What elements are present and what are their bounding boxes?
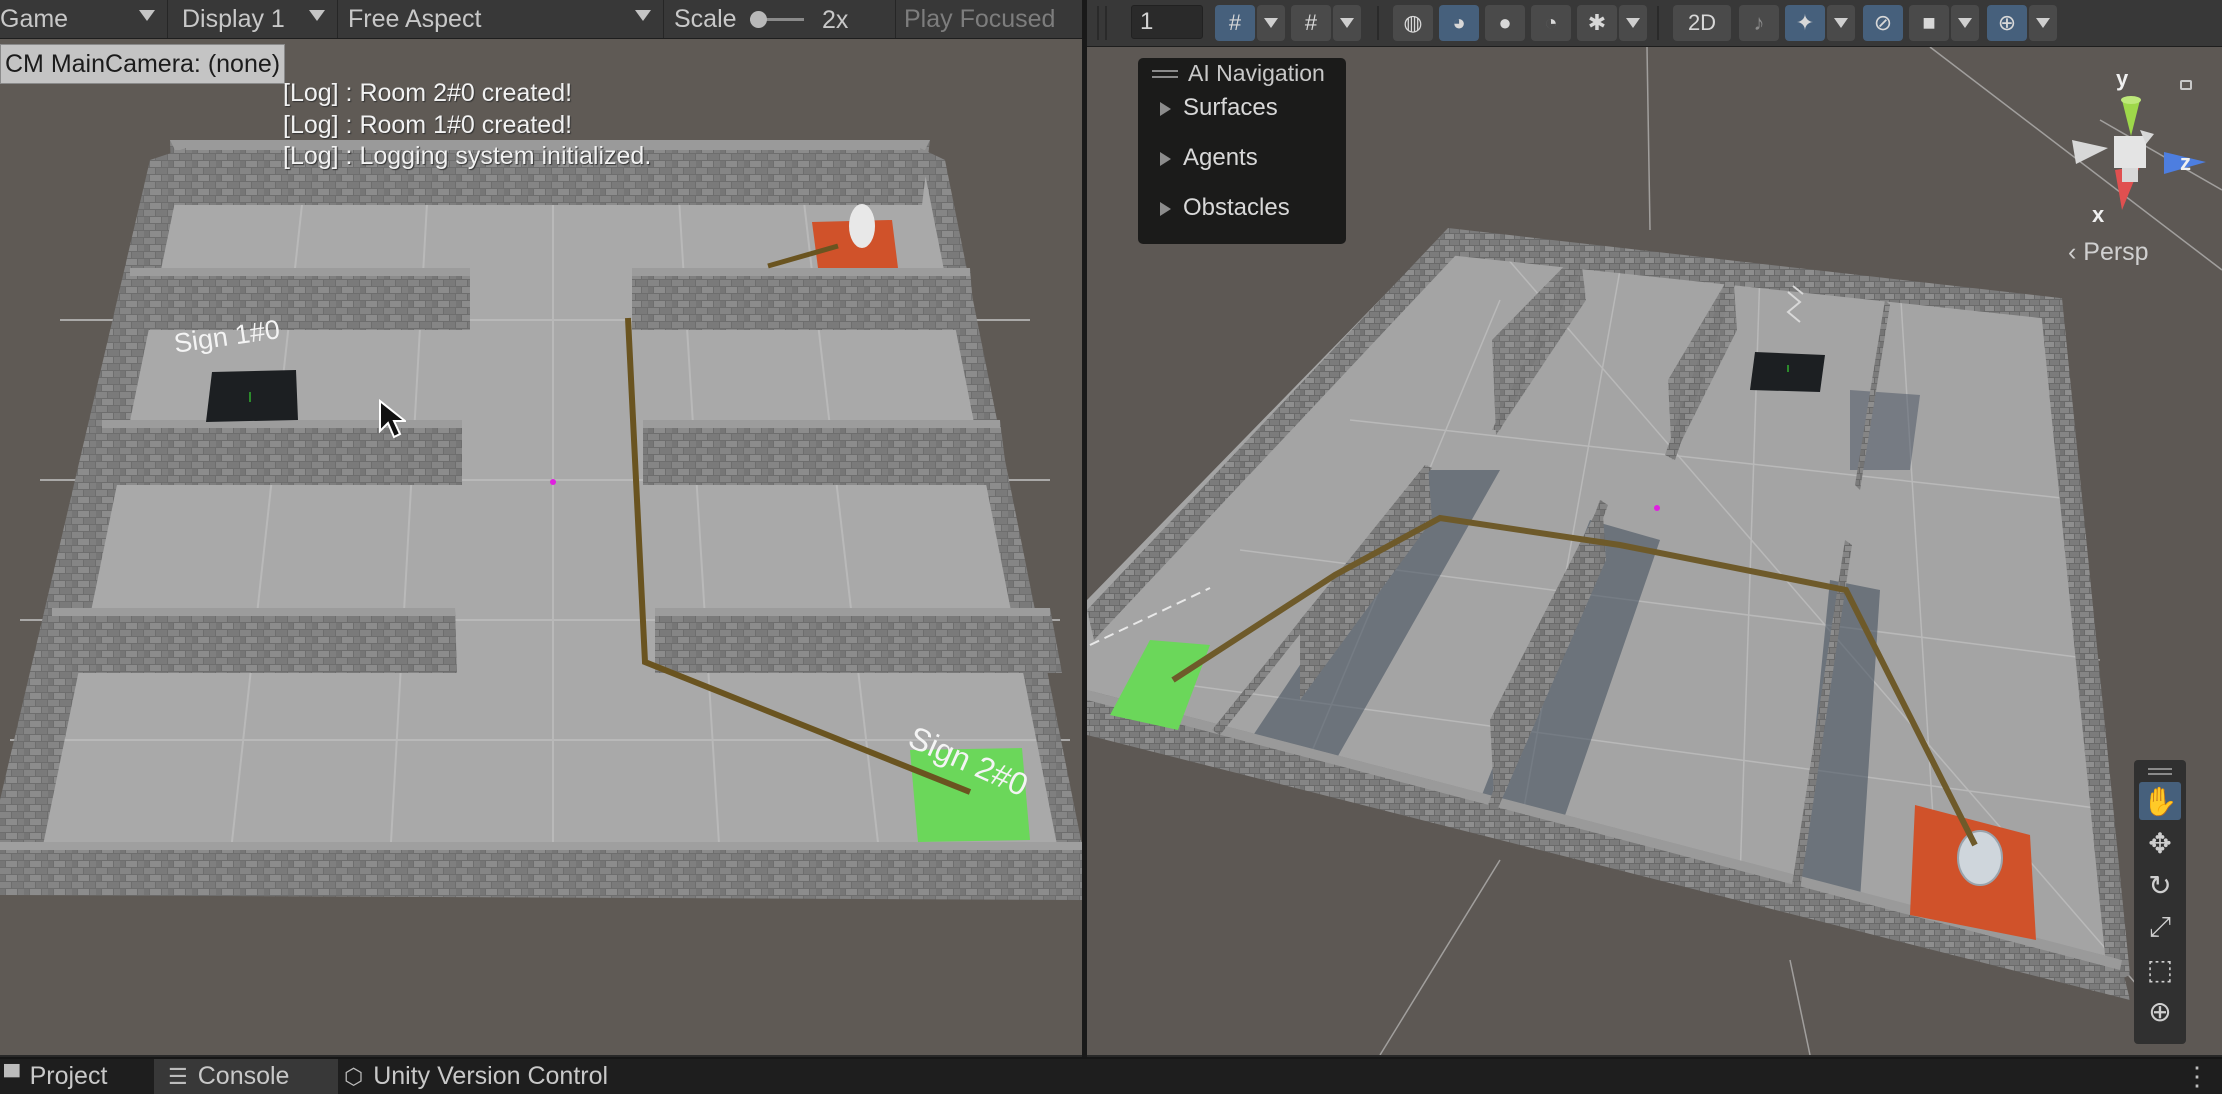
view-dropdown[interactable]: Game — [0, 0, 168, 38]
gizmo-axis-y-label: y — [2116, 66, 2129, 91]
layer-field[interactable]: 1 — [1131, 5, 1203, 39]
aspect-dropdown[interactable]: Free Aspect — [338, 0, 664, 38]
toolbar-separator — [1097, 6, 1099, 40]
gizmo-axis-z-label: z — [2180, 150, 2191, 175]
play-focused-label: Play Focused — [904, 4, 1056, 33]
version-control-icon: ⬡ — [344, 1063, 364, 1089]
tab-label: Project — [29, 1062, 108, 1090]
ai-navigation-title: AI Navigation — [1188, 60, 1325, 86]
projection-label: Persp — [2083, 238, 2149, 266]
chevron-down-icon — [1264, 18, 1278, 28]
ai-navigation-item-surfaces[interactable]: Surfaces — [1160, 94, 1278, 122]
gizmos-icon[interactable]: ⊕ — [1987, 5, 2027, 41]
game-view[interactable]: CM MainCamera: (none) [Log] : Room 2#0 c… — [0, 39, 1082, 1055]
debug-icon[interactable]: ✱ — [1577, 5, 1617, 41]
chevron-down-icon — [635, 10, 651, 21]
scale-tool[interactable]: ⤢ — [2139, 908, 2181, 946]
display-dropdown-label: Display 1 — [182, 4, 285, 33]
scene-toolbar: 1 # # ◍ ◕ ● ◔ ✱ 2D ♪ ✦ ⊘ ■ ⊕ — [1087, 0, 2222, 47]
audio-mute-icon[interactable]: ♪ — [1739, 5, 1779, 41]
chevron-down-icon — [1958, 18, 1972, 28]
chevron-right-icon — [1160, 101, 1171, 116]
transform-tool[interactable]: ⊕ — [2139, 992, 2181, 1030]
chevron-right-icon — [1160, 201, 1171, 216]
aspect-dropdown-label: Free Aspect — [348, 4, 482, 33]
2d-toggle[interactable]: 2D — [1673, 5, 1731, 41]
console-icon: ☰ — [168, 1063, 188, 1089]
chevron-down-icon — [309, 10, 325, 21]
display-dropdown[interactable]: Display 1 — [168, 0, 338, 38]
camera-dropdown[interactable] — [1951, 5, 1979, 41]
camera-status-label: CM MainCamera: (none) — [0, 44, 286, 84]
more-options-icon[interactable]: ⋮ — [2184, 1061, 2210, 1092]
mouse-cursor-icon — [379, 399, 406, 439]
scale-slider-handle[interactable] — [750, 11, 767, 28]
rotate-tool[interactable]: ↻ — [2139, 866, 2181, 904]
shaded-icon[interactable]: ● — [1485, 5, 1525, 41]
toolbar-separator — [1657, 6, 1659, 40]
folder-icon: ▀ — [4, 1063, 20, 1089]
ai-navigation-item-obstacles[interactable]: Obstacles — [1160, 194, 1290, 222]
increment-snap-icon[interactable]: # — [1291, 5, 1331, 41]
ai-navigation-overlay: AI Navigation Surfaces Agents Obstacles — [1138, 58, 1346, 244]
game-3d-render — [0, 140, 1082, 900]
scale-control: Scale 2x — [664, 0, 896, 38]
increment-snap-dropdown[interactable] — [1333, 5, 1361, 41]
tab-unity-version-control[interactable]: ⬡ Unity Version Control — [344, 1059, 644, 1094]
log-line: [Log] : Logging system initialized. — [283, 142, 652, 170]
game-toolbar: Game Display 1 Free Aspect Scale 2x Play… — [0, 0, 1082, 39]
ai-item-label: Surfaces — [1183, 94, 1278, 121]
lock-icon[interactable] — [2180, 80, 2192, 90]
log-line: [Log] : Room 1#0 created! — [283, 111, 573, 139]
bottom-tab-bar: ▀ Project ☰ Console ⬡ Unity Version Cont… — [0, 1057, 2222, 1094]
gizmos-dropdown[interactable] — [2029, 5, 2057, 41]
tab-console[interactable]: ☰ Console — [154, 1059, 338, 1094]
tab-label: Console — [197, 1062, 290, 1090]
wireframe-icon[interactable]: ◍ — [1393, 5, 1433, 41]
ai-item-label: Agents — [1183, 144, 1258, 171]
view-dropdown-label: Game — [0, 4, 69, 33]
scale-label: Scale — [674, 4, 737, 33]
ai-navigation-item-agents[interactable]: Agents — [1160, 144, 1258, 172]
move-tool[interactable]: ✥ — [2139, 824, 2181, 862]
tab-label: Unity Version Control — [373, 1062, 609, 1090]
ai-item-label: Obstacles — [1183, 194, 1290, 221]
chevron-right-icon — [1160, 151, 1171, 166]
chevron-down-icon — [1834, 18, 1848, 28]
unlit-icon[interactable]: ◔ — [1531, 5, 1571, 41]
debug-dropdown[interactable] — [1619, 5, 1647, 41]
toolbar-separator — [1105, 6, 1107, 40]
effects-dropdown[interactable] — [1827, 5, 1855, 41]
hand-tool[interactable]: ✋ — [2139, 782, 2181, 820]
chevron-down-icon — [1626, 18, 1640, 28]
chevron-down-icon — [2036, 18, 2050, 28]
chevron-down-icon — [139, 10, 155, 21]
drag-handle-icon[interactable] — [1152, 70, 1178, 72]
grid-snap-dropdown[interactable] — [1257, 5, 1285, 41]
toolbar-separator — [1377, 6, 1379, 40]
scale-value: 2x — [822, 6, 849, 34]
tool-palette: ✋ ✥ ↻ ⤢ ⬚ ⊕ — [2134, 760, 2186, 1044]
tab-project[interactable]: ▀ Project — [0, 1059, 154, 1094]
shaded-wireframe-icon[interactable]: ◕ — [1439, 5, 1479, 41]
rect-tool[interactable]: ⬚ — [2139, 950, 2181, 988]
effects-icon[interactable]: ✦ — [1785, 5, 1825, 41]
play-focused-dropdown[interactable]: Play Focused — [898, 0, 1082, 38]
grid-snap-icon[interactable]: # — [1215, 5, 1255, 41]
projection-toggle[interactable]: ‹ Persp — [2068, 238, 2149, 267]
log-line: [Log] : Room 2#0 created! — [283, 79, 573, 107]
drag-handle-icon[interactable] — [2148, 768, 2172, 770]
camera-icon[interactable]: ■ — [1909, 5, 1949, 41]
chevron-down-icon — [1340, 18, 1354, 28]
gizmo-axis-x-label: x — [2092, 202, 2105, 227]
visibility-icon[interactable]: ⊘ — [1863, 5, 1903, 41]
